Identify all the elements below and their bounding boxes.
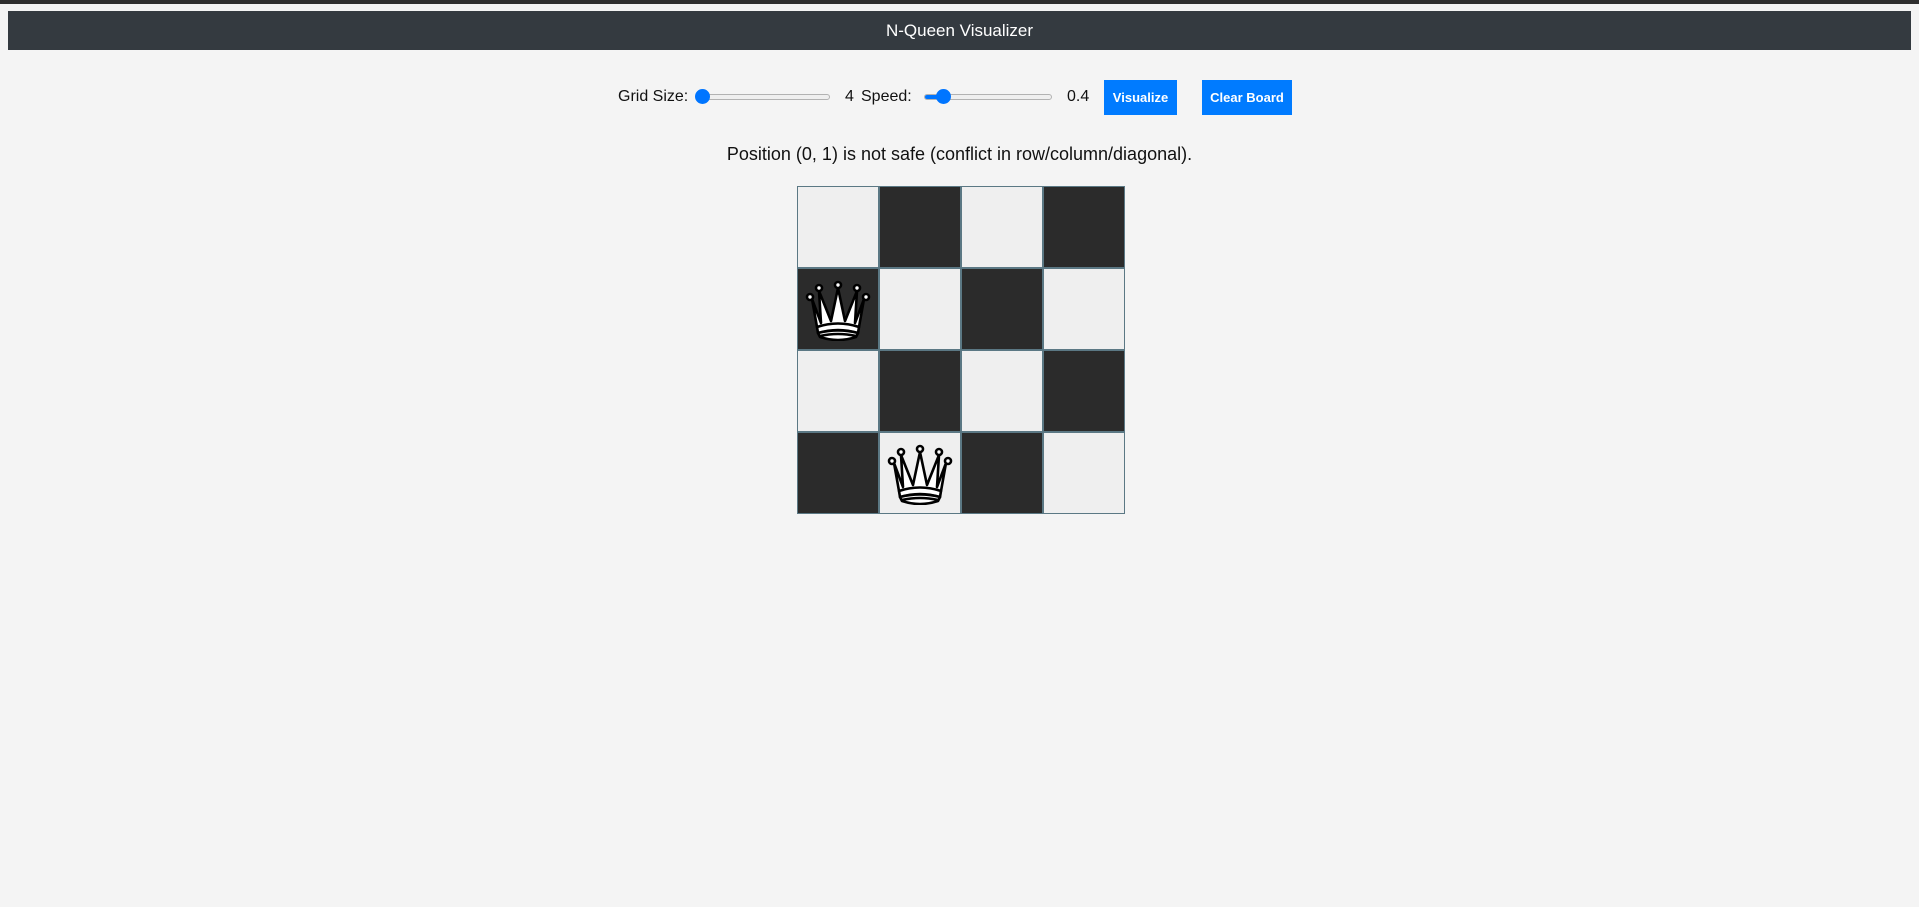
board-cell-3-0[interactable] xyxy=(797,432,879,514)
clear-board-button[interactable]: Clear Board xyxy=(1202,80,1292,115)
grid-size-slider-thumb[interactable] xyxy=(695,89,710,104)
board-cell-0-2[interactable] xyxy=(961,186,1043,268)
page-title: N-Queen Visualizer xyxy=(885,20,1034,40)
grid-size-slider[interactable] xyxy=(695,89,830,104)
queen-icon xyxy=(802,277,874,341)
board-cell-0-0[interactable] xyxy=(797,186,879,268)
chess-board xyxy=(797,186,1125,514)
status-message: Position (0, 1) is not safe (conflict in… xyxy=(726,144,1193,164)
board-cell-3-2[interactable] xyxy=(961,432,1043,514)
speed-label: Speed: xyxy=(861,88,912,105)
visualize-button[interactable]: Visualize xyxy=(1104,80,1177,115)
grid-size-value: 4 xyxy=(845,88,854,105)
top-rule xyxy=(0,0,1919,4)
board-cell-1-1[interactable] xyxy=(879,268,961,350)
speed-slider-thumb[interactable] xyxy=(936,89,952,104)
app-header: N-Queen Visualizer xyxy=(8,11,1911,50)
queen-icon xyxy=(884,441,956,505)
speed-slider[interactable] xyxy=(924,89,1052,104)
board-cell-2-0[interactable] xyxy=(797,350,879,432)
board-cell-3-3[interactable] xyxy=(1043,432,1125,514)
grid-size-slider-track xyxy=(702,94,830,100)
board-cell-1-2[interactable] xyxy=(961,268,1043,350)
board-cell-2-3[interactable] xyxy=(1043,350,1125,432)
board-cell-1-0[interactable] xyxy=(797,268,879,350)
speed-value: 0.4 xyxy=(1067,88,1090,105)
board-cell-2-2[interactable] xyxy=(961,350,1043,432)
grid-size-label: Grid Size: xyxy=(618,88,689,105)
board-cell-2-1[interactable] xyxy=(879,350,961,432)
controls-bar: Grid Size: 4 Speed: 0.4 Visualize Clear … xyxy=(0,78,1919,116)
board-cell-3-1[interactable] xyxy=(879,432,961,514)
board-cell-1-3[interactable] xyxy=(1043,268,1125,350)
board-cell-0-1[interactable] xyxy=(879,186,961,268)
board-cell-0-3[interactable] xyxy=(1043,186,1125,268)
